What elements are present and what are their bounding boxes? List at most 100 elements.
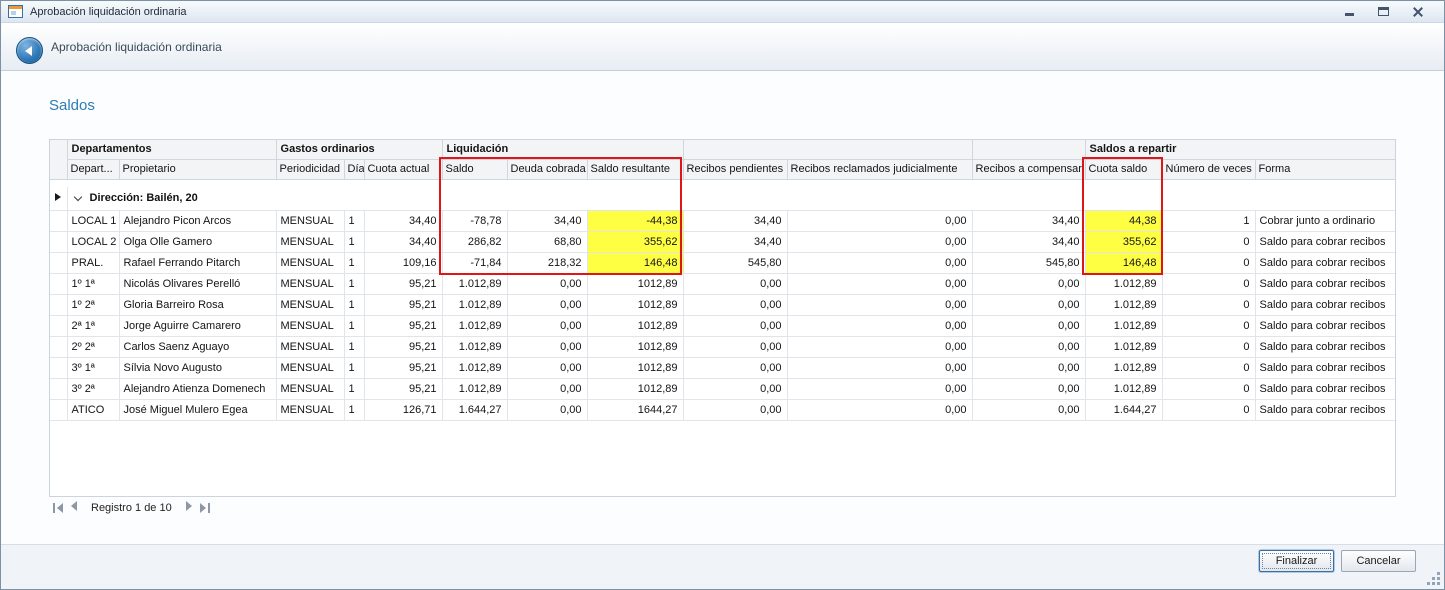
column-header-0[interactable]: Depart... (67, 159, 119, 179)
column-header-9[interactable]: Recibos reclamados judicialmente (787, 159, 972, 179)
cell-r2-c4[interactable]: 109,16 (364, 252, 442, 273)
column-header-4[interactable]: Cuota actual (364, 159, 442, 179)
column-header-12[interactable]: Número de veces (1162, 159, 1255, 179)
cell-r7-c1[interactable]: Sílvia Novo Augusto (119, 357, 276, 378)
cell-r7-c0[interactable]: 3º 1ª (67, 357, 119, 378)
cell-r3-c5[interactable]: 1.012,89 (442, 273, 507, 294)
cell-r9-c8[interactable]: 0,00 (683, 399, 787, 420)
cell-r7-c3[interactable]: 1 (344, 357, 364, 378)
column-band-3[interactable] (683, 140, 972, 159)
cell-r8-c10[interactable]: 0,00 (972, 378, 1085, 399)
cell-r4-c8[interactable]: 0,00 (683, 294, 787, 315)
group-row[interactable]: Dirección: Bailén, 20 (50, 187, 1395, 210)
column-header-3[interactable]: Día (344, 159, 364, 179)
table-row[interactable]: LOCAL 2Olga Olle GameroMENSUAL134,40286,… (50, 231, 1395, 252)
cell-r2-c2[interactable]: MENSUAL (276, 252, 344, 273)
cell-r2-c0[interactable]: PRAL. (67, 252, 119, 273)
title-bar[interactable]: Aprobación liquidación ordinaria (1, 1, 1444, 23)
cell-r0-c11[interactable]: 44,38 (1085, 210, 1162, 231)
cell-r2-c12[interactable]: 0 (1162, 252, 1255, 273)
cell-r0-c6[interactable]: 34,40 (507, 210, 587, 231)
cell-r2-c13[interactable]: Saldo para cobrar recibos (1255, 252, 1395, 273)
minimize-button[interactable] (1339, 4, 1359, 19)
cell-r4-c12[interactable]: 0 (1162, 294, 1255, 315)
table-row[interactable]: 3º 1ªSílvia Novo AugustoMENSUAL195,211.0… (50, 357, 1395, 378)
cell-r6-c7[interactable]: 1012,89 (587, 336, 683, 357)
cell-r4-c0[interactable]: 1º 2ª (67, 294, 119, 315)
cell-r3-c13[interactable]: Saldo para cobrar recibos (1255, 273, 1395, 294)
cell-r7-c7[interactable]: 1012,89 (587, 357, 683, 378)
cell-r4-c6[interactable]: 0,00 (507, 294, 587, 315)
cell-r2-c6[interactable]: 218,32 (507, 252, 587, 273)
table-row[interactable]: 1º 1ªNicolás Olivares PerellóMENSUAL195,… (50, 273, 1395, 294)
cell-r2-c5[interactable]: -71,84 (442, 252, 507, 273)
cell-r8-c9[interactable]: 0,00 (787, 378, 972, 399)
cell-r0-c3[interactable]: 1 (344, 210, 364, 231)
cell-r4-c2[interactable]: MENSUAL (276, 294, 344, 315)
cell-r4-c13[interactable]: Saldo para cobrar recibos (1255, 294, 1395, 315)
cell-r9-c10[interactable]: 0,00 (972, 399, 1085, 420)
cell-r0-c7[interactable]: -44,38 (587, 210, 683, 231)
cell-r1-c11[interactable]: 355,62 (1085, 231, 1162, 252)
cell-r7-c6[interactable]: 0,00 (507, 357, 587, 378)
cell-r2-c3[interactable]: 1 (344, 252, 364, 273)
cell-r1-c7[interactable]: 355,62 (587, 231, 683, 252)
pager-next-button[interactable] (186, 501, 192, 514)
cell-r3-c7[interactable]: 1012,89 (587, 273, 683, 294)
cell-r5-c9[interactable]: 0,00 (787, 315, 972, 336)
cell-r3-c0[interactable]: 1º 1ª (67, 273, 119, 294)
cell-r8-c0[interactable]: 3º 2ª (67, 378, 119, 399)
cell-r4-c10[interactable]: 0,00 (972, 294, 1085, 315)
column-band-4[interactable] (972, 140, 1085, 159)
table-row[interactable]: PRAL.Rafael Ferrando PitarchMENSUAL1109,… (50, 252, 1395, 273)
cell-r0-c1[interactable]: Alejandro Picon Arcos (119, 210, 276, 231)
cell-r9-c2[interactable]: MENSUAL (276, 399, 344, 420)
cell-r3-c4[interactable]: 95,21 (364, 273, 442, 294)
cell-r8-c5[interactable]: 1.012,89 (442, 378, 507, 399)
maximize-button[interactable] (1373, 4, 1393, 19)
column-header-1[interactable]: Propietario (119, 159, 276, 179)
cell-r7-c12[interactable]: 0 (1162, 357, 1255, 378)
cell-r2-c11[interactable]: 146,48 (1085, 252, 1162, 273)
collapse-chevron-icon[interactable] (73, 193, 81, 201)
cell-r8-c1[interactable]: Alejandro Atienza Domenech (119, 378, 276, 399)
pager-first-button[interactable] (53, 503, 63, 513)
cell-r9-c9[interactable]: 0,00 (787, 399, 972, 420)
cell-r6-c13[interactable]: Saldo para cobrar recibos (1255, 336, 1395, 357)
cell-r8-c6[interactable]: 0,00 (507, 378, 587, 399)
cell-r0-c0[interactable]: LOCAL 1 (67, 210, 119, 231)
cell-r0-c2[interactable]: MENSUAL (276, 210, 344, 231)
cell-r7-c5[interactable]: 1.012,89 (442, 357, 507, 378)
cell-r4-c9[interactable]: 0,00 (787, 294, 972, 315)
cell-r8-c2[interactable]: MENSUAL (276, 378, 344, 399)
cell-r1-c3[interactable]: 1 (344, 231, 364, 252)
cell-r5-c13[interactable]: Saldo para cobrar recibos (1255, 315, 1395, 336)
back-button[interactable] (16, 37, 43, 64)
cell-r4-c1[interactable]: Gloria Barreiro Rosa (119, 294, 276, 315)
cell-r3-c9[interactable]: 0,00 (787, 273, 972, 294)
cell-r4-c5[interactable]: 1.012,89 (442, 294, 507, 315)
cell-r0-c9[interactable]: 0,00 (787, 210, 972, 231)
column-header-6[interactable]: Deuda cobrada (507, 159, 587, 179)
cell-r1-c5[interactable]: 286,82 (442, 231, 507, 252)
cell-r0-c8[interactable]: 34,40 (683, 210, 787, 231)
cell-r3-c3[interactable]: 1 (344, 273, 364, 294)
cell-r5-c1[interactable]: Jorge Aguirre Camarero (119, 315, 276, 336)
cell-r8-c8[interactable]: 0,00 (683, 378, 787, 399)
cell-r0-c10[interactable]: 34,40 (972, 210, 1085, 231)
cell-r5-c2[interactable]: MENSUAL (276, 315, 344, 336)
cell-r1-c2[interactable]: MENSUAL (276, 231, 344, 252)
cell-r9-c1[interactable]: José Miguel Mulero Egea (119, 399, 276, 420)
cell-r3-c1[interactable]: Nicolás Olivares Perelló (119, 273, 276, 294)
cell-r5-c4[interactable]: 95,21 (364, 315, 442, 336)
cell-r6-c4[interactable]: 95,21 (364, 336, 442, 357)
column-header-10[interactable]: Recibos a compensar (972, 159, 1085, 179)
cell-r8-c12[interactable]: 0 (1162, 378, 1255, 399)
cell-r5-c0[interactable]: 2ª 1ª (67, 315, 119, 336)
cell-r4-c11[interactable]: 1.012,89 (1085, 294, 1162, 315)
cancelar-button[interactable]: Cancelar (1341, 550, 1416, 572)
cell-r1-c12[interactable]: 0 (1162, 231, 1255, 252)
cell-r3-c8[interactable]: 0,00 (683, 273, 787, 294)
cell-r8-c13[interactable]: Saldo para cobrar recibos (1255, 378, 1395, 399)
cell-r7-c9[interactable]: 0,00 (787, 357, 972, 378)
